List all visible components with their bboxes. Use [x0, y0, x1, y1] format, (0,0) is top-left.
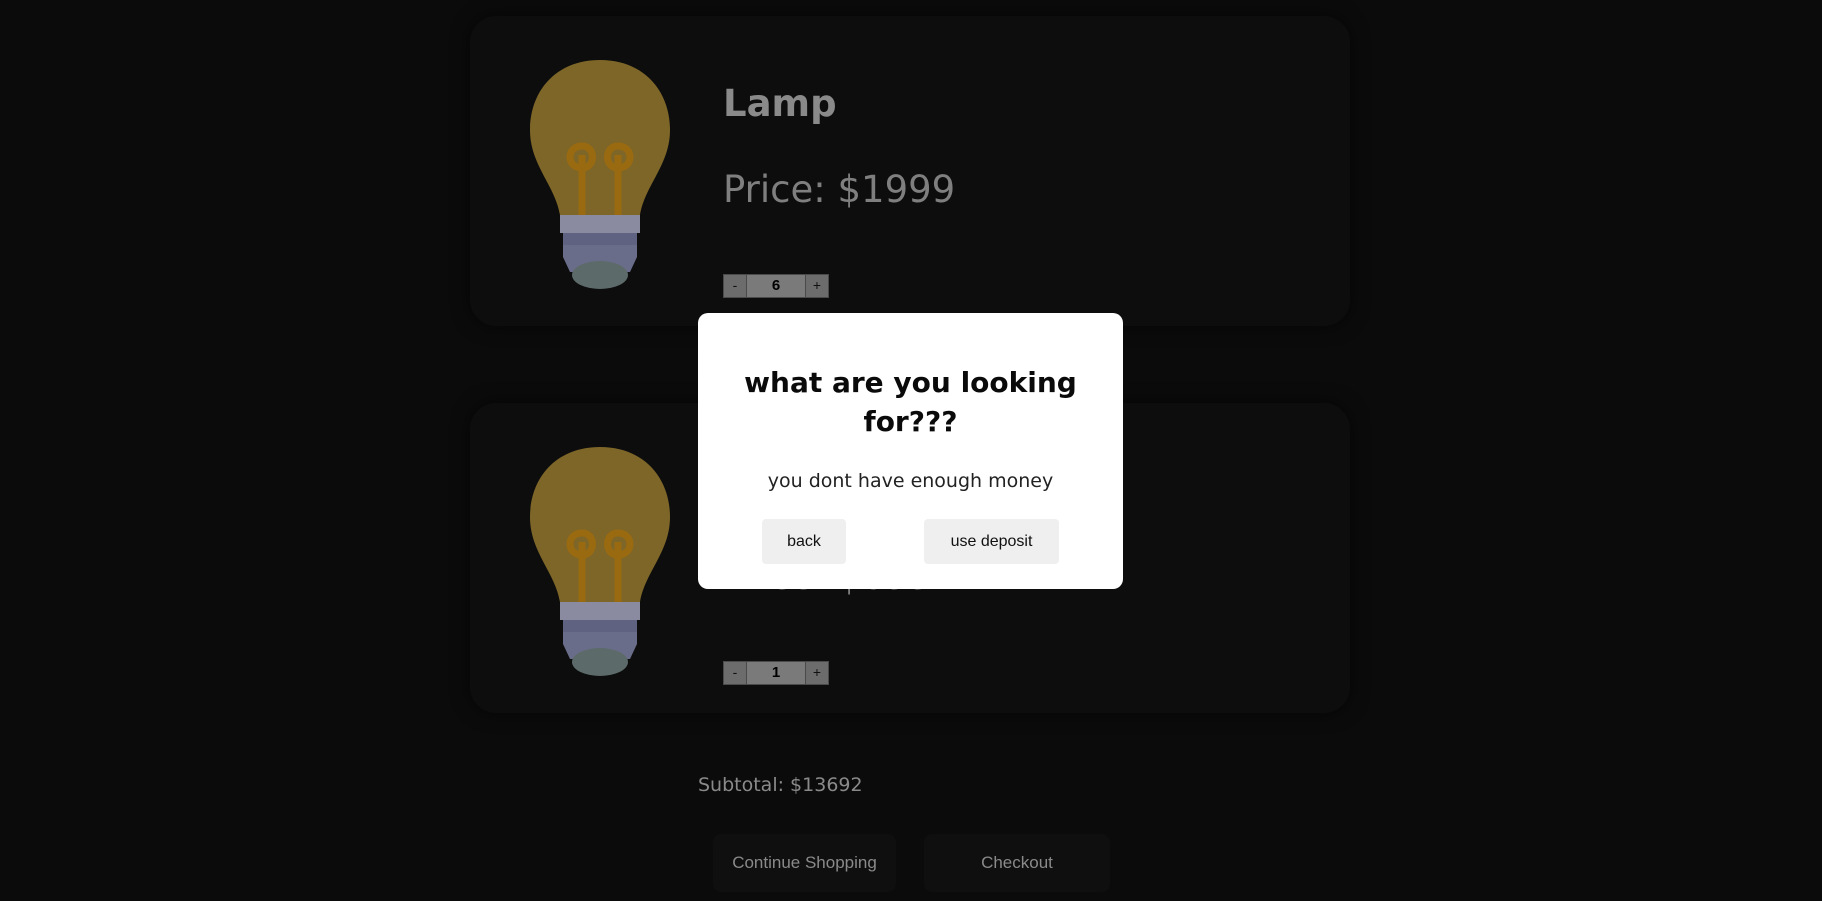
increment-button[interactable]: +	[805, 274, 829, 298]
back-button[interactable]: back	[762, 519, 846, 564]
light-bulb-icon	[530, 60, 670, 289]
light-bulb-icon	[530, 447, 670, 676]
subtotal: Subtotal: $13692	[698, 774, 863, 796]
product-name: Lamp	[723, 82, 837, 125]
decrement-button[interactable]: -	[723, 661, 747, 685]
use-deposit-button[interactable]: use deposit	[924, 519, 1059, 564]
product-price: Price: $1999	[723, 168, 956, 211]
cart-item-card: Lamp Price: $1999 - 6 +	[470, 16, 1350, 326]
quantity-value[interactable]: 1	[747, 661, 805, 685]
dialog-title-line: what are you looking	[744, 366, 1077, 399]
quantity-stepper: - 1 +	[723, 661, 829, 685]
continue-shopping-button[interactable]: Continue Shopping	[713, 834, 896, 892]
checkout-button[interactable]: Checkout	[924, 834, 1110, 892]
dialog-title-line: for???	[863, 405, 958, 438]
decrement-button[interactable]: -	[723, 274, 747, 298]
quantity-value[interactable]: 6	[747, 274, 805, 298]
dialog-message: you dont have enough money	[767, 470, 1054, 492]
insufficient-funds-dialog: what are you looking for??? you dont hav…	[698, 313, 1123, 589]
dialog-title: what are you looking for???	[698, 363, 1123, 441]
cart-page: Lamp Price: $1999 - 6 + Price: $699 - 1 …	[0, 0, 1822, 901]
quantity-stepper: - 6 +	[723, 274, 829, 298]
increment-button[interactable]: +	[805, 661, 829, 685]
